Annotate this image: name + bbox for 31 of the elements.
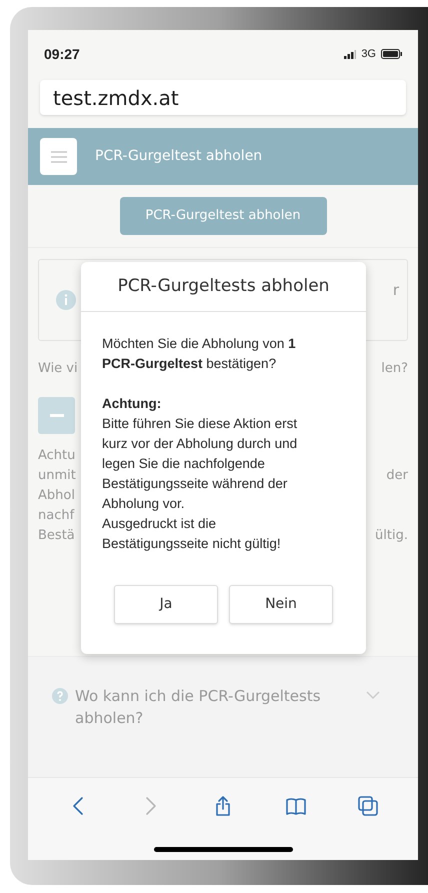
notice-text: nachf [38, 506, 74, 524]
url-text: test.zmdx.at [53, 84, 179, 112]
info-text: r [392, 280, 399, 301]
notice-text: unmit [38, 466, 76, 484]
dialog-button[interactable]: Ja [114, 585, 218, 624]
address-field[interactable]: test.zmdx.at [40, 80, 406, 115]
notice-text: Achtu [38, 446, 76, 464]
question-text: len? [381, 360, 408, 378]
info-icon [56, 290, 76, 310]
network-label: 3G [361, 46, 376, 62]
warning-text: Bitte führen Sie diese Aktion erst kurz vor der Abholung durch und legen Sie die nachfolgende Bestätigungsseite während der Abholung vor. [102, 415, 298, 513]
help-icon [52, 688, 68, 704]
header-title: PCR-Gurgeltest abholen [95, 147, 262, 166]
signal-icon [344, 50, 356, 58]
battery-icon [381, 49, 402, 59]
tabs-icon [357, 794, 379, 818]
menu-icon [50, 150, 66, 162]
chevron-icon [366, 690, 380, 700]
dialog-message: Möchten Sie die Abholung von 1 PCR-Gurgeltest bestätigen? [102, 335, 297, 373]
warning-title: Achtung: [102, 395, 162, 413]
notice-text: Abhol [38, 486, 75, 504]
notice-text: ültig. [375, 526, 408, 544]
notice-text: der [386, 466, 408, 484]
minus-icon [50, 414, 64, 416]
notice-text: Bestä [38, 526, 75, 544]
status-time: 09:27 [44, 44, 80, 64]
faq-question: Wo kann ich die PCR-Gurgeltests abholen? [75, 686, 322, 728]
dialog-title: PCR-Gurgeltests abholen [118, 274, 330, 298]
warning-text: Ausgedruckt ist die Bestätigungsseite nicht gültig! [102, 515, 282, 553]
question-text: Wie vi [38, 360, 78, 378]
dialog-button[interactable]: Nein [229, 585, 333, 624]
